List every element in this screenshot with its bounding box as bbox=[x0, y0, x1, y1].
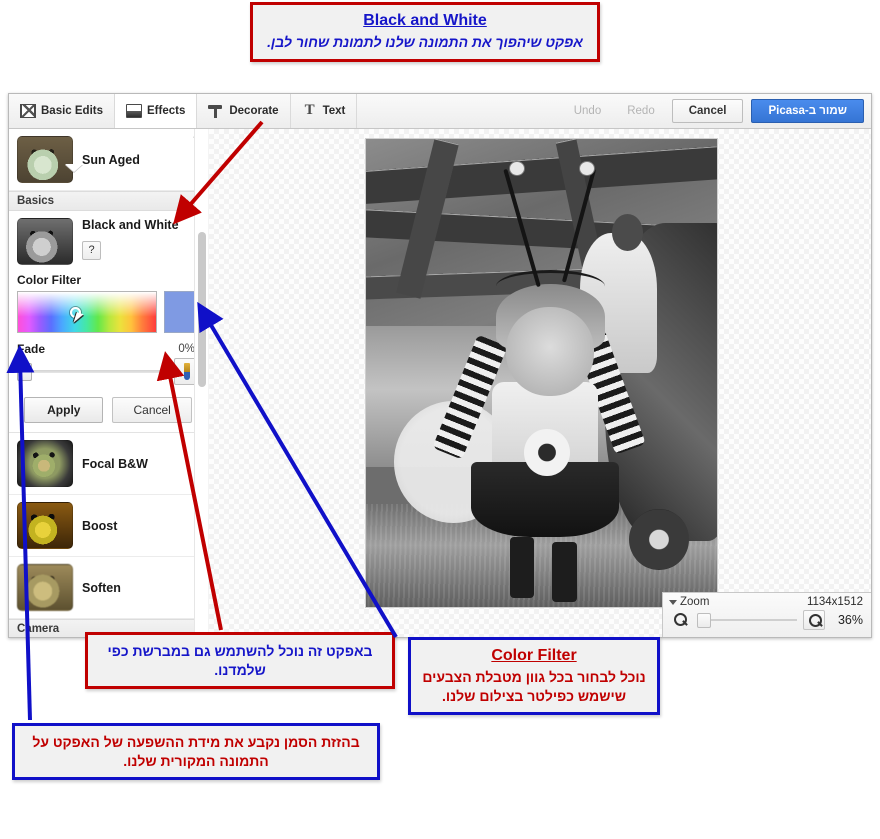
toolbar-actions: Undo Redo Cancel שמור ב-Picasa bbox=[565, 94, 872, 128]
image-effects-icon bbox=[126, 104, 142, 118]
effect-thumbnail bbox=[17, 218, 73, 265]
scrollbar-thumb[interactable] bbox=[198, 232, 206, 387]
save-to-picasa-button[interactable]: שמור ב-Picasa bbox=[751, 99, 864, 123]
annotation-fade: בהזזת הסמן נקבע את מידת ההשפעה של האפקט … bbox=[12, 723, 380, 780]
magnifier-minus-icon[interactable] bbox=[669, 610, 691, 630]
annotation-black-and-white: Black and White אפקט שיהפוך את התמונה של… bbox=[250, 2, 600, 62]
zoom-slider-thumb[interactable] bbox=[697, 613, 711, 628]
annotation-color-filter: Color Filter נוכל לבחור בכל גוון מטבלת ה… bbox=[408, 637, 660, 715]
effects-list-panel[interactable]: ^ Sun Aged Basics Black and White ? Colo… bbox=[9, 129, 208, 638]
color-filter-gradient[interactable] bbox=[17, 291, 157, 333]
zoom-collapse-toggle[interactable]: Zoom bbox=[669, 596, 709, 608]
magnifier-plus-icon[interactable] bbox=[803, 610, 825, 630]
black-and-white-control-block: Black and White ? Color Filter Fade 0% bbox=[9, 211, 207, 433]
editor-toolbar: Basic Edits Effects Decorate Text Undo R… bbox=[9, 94, 872, 129]
histogram-icon bbox=[20, 104, 36, 118]
effect-thumbnail bbox=[17, 502, 73, 549]
tab-effects[interactable]: Effects bbox=[115, 94, 197, 128]
apply-button[interactable]: Apply bbox=[24, 397, 103, 423]
section-header-basics: Basics bbox=[9, 191, 207, 211]
tab-decorate[interactable]: Decorate bbox=[197, 94, 290, 128]
effect-label: Soften bbox=[82, 581, 121, 595]
zoom-slider-track bbox=[697, 619, 797, 621]
black-and-white-title: Black and White bbox=[82, 218, 199, 232]
annotation-title: Black and White bbox=[263, 12, 587, 30]
effect-label: Sun Aged bbox=[82, 153, 140, 167]
picasa-editor-window: Basic Edits Effects Decorate Text Undo R… bbox=[8, 93, 872, 638]
chevron-down-icon bbox=[669, 600, 677, 605]
fade-label: Fade bbox=[17, 342, 45, 356]
active-tab-pointer bbox=[65, 164, 83, 172]
effect-label: Boost bbox=[82, 519, 117, 533]
tab-decorate-label: Decorate bbox=[229, 105, 278, 117]
fade-slider[interactable] bbox=[17, 363, 167, 381]
tab-text-label: Text bbox=[323, 105, 346, 117]
screenshot-stage: Basic Edits Effects Decorate Text Undo R… bbox=[0, 0, 880, 839]
fade-slider-track bbox=[17, 370, 167, 373]
effect-cancel-button[interactable]: Cancel bbox=[112, 397, 191, 423]
zoom-slider[interactable] bbox=[697, 612, 797, 628]
annotation-body: בהזזת הסמן נקבע את מידת ההשפעה של האפקט … bbox=[25, 733, 367, 770]
annotation-brush: באפקט זה נוכל להשתמש גם במברשת כפי שלמדנ… bbox=[85, 632, 395, 689]
text-icon bbox=[302, 104, 318, 118]
tab-basic-edits[interactable]: Basic Edits bbox=[9, 94, 115, 128]
photo-canvas[interactable] bbox=[209, 129, 872, 638]
image-dimensions: 1134x1512 bbox=[807, 596, 863, 608]
zoom-label-text: Zoom bbox=[680, 596, 709, 608]
effect-thumbnail bbox=[17, 564, 73, 611]
fade-value: 0% bbox=[178, 343, 195, 355]
zoom-bar: Zoom 1134x1512 36% bbox=[662, 592, 871, 637]
tab-text[interactable]: Text bbox=[291, 94, 358, 128]
effects-panel-scrollbar[interactable] bbox=[194, 129, 208, 638]
fade-slider-thumb[interactable] bbox=[17, 363, 32, 381]
annotation-body: אפקט שיהפוך את התמונה שלנו לתמונת שחור ל… bbox=[263, 33, 587, 52]
redo-button[interactable]: Redo bbox=[618, 100, 664, 122]
effect-label: Focal B&W bbox=[82, 457, 148, 471]
annotation-body: נוכל לבחור בכל גוון מטבלת הצבעים שישמש כ… bbox=[421, 668, 647, 705]
cancel-button[interactable]: Cancel bbox=[672, 99, 744, 123]
effect-item-soften[interactable]: Soften bbox=[9, 557, 207, 619]
help-button[interactable]: ? bbox=[82, 241, 101, 260]
effect-thumbnail bbox=[17, 440, 73, 487]
effect-item-sun-aged[interactable]: Sun Aged bbox=[9, 129, 207, 191]
effect-item-focal-bw[interactable]: Focal B&W bbox=[9, 433, 207, 495]
mouse-cursor-icon bbox=[73, 312, 83, 325]
zoom-percent: 36% bbox=[831, 613, 863, 627]
paint-roller-icon bbox=[208, 104, 224, 118]
edited-photo bbox=[365, 138, 718, 608]
effect-thumbnail bbox=[17, 136, 73, 183]
tab-basic-edits-label: Basic Edits bbox=[41, 105, 103, 117]
undo-button[interactable]: Undo bbox=[565, 100, 611, 122]
tab-effects-label: Effects bbox=[147, 105, 185, 117]
annotation-body: באפקט זה נוכל להשתמש גם במברשת כפי שלמדנ… bbox=[98, 642, 382, 679]
annotation-title: Color Filter bbox=[421, 647, 647, 665]
effect-item-boost[interactable]: Boost bbox=[9, 495, 207, 557]
color-filter-label: Color Filter bbox=[17, 273, 199, 287]
